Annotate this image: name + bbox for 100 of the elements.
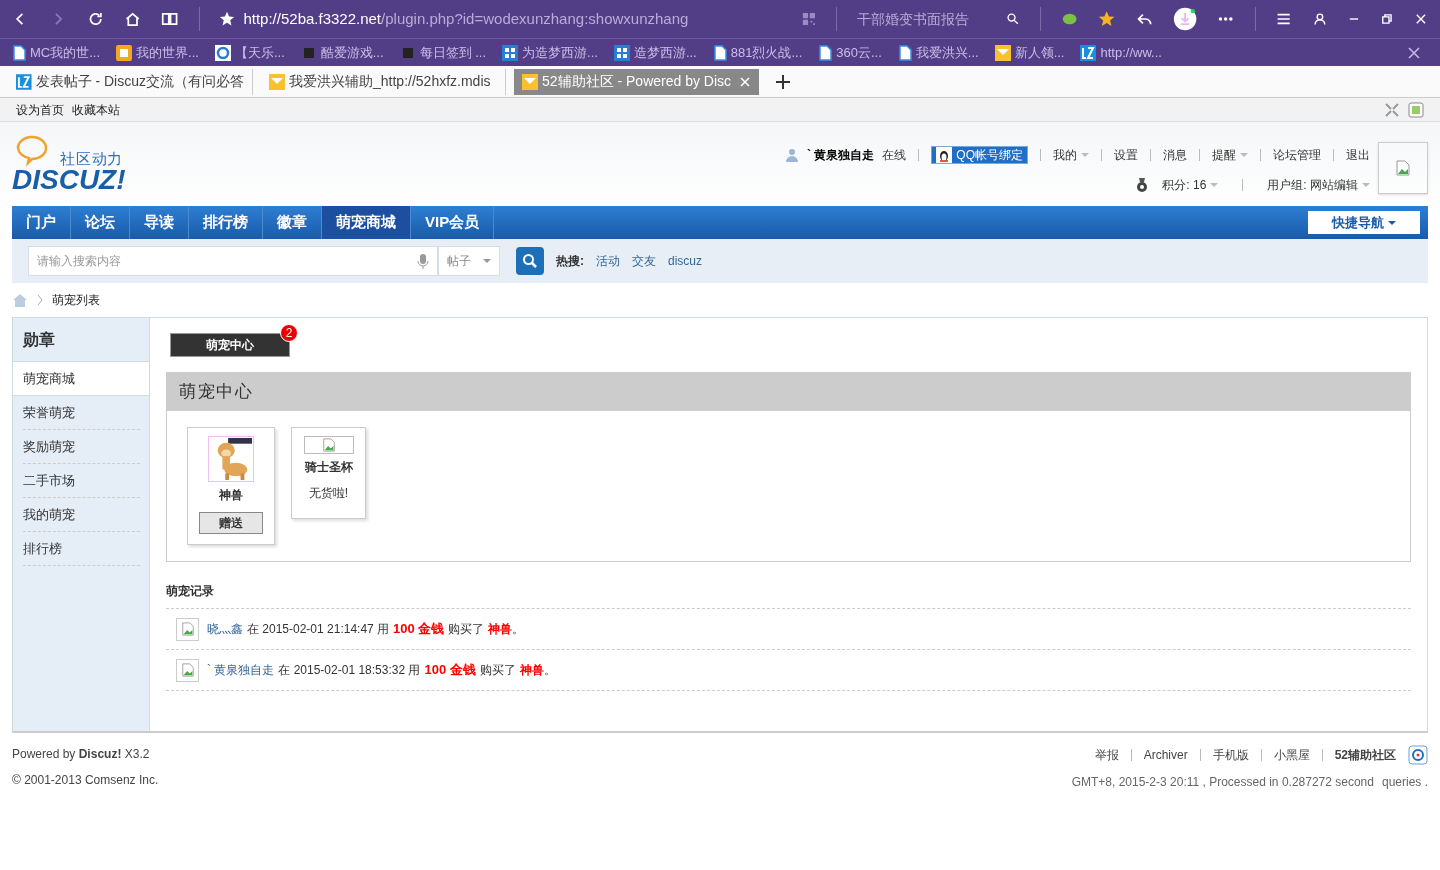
- bookmark[interactable]: 酷爱游戏...: [300, 42, 384, 63]
- page-icon: [818, 44, 833, 61]
- grid-icon: [502, 44, 519, 61]
- user-menu-link[interactable]: 论坛管理: [1273, 146, 1321, 164]
- item-text: 神兽: [488, 621, 513, 638]
- bookmark[interactable]: 每日签到 ...: [399, 42, 487, 63]
- folder-icon: [994, 44, 1011, 61]
- microphone-icon[interactable]: [417, 253, 429, 269]
- sidebar-item[interactable]: 二手市场: [23, 464, 140, 498]
- bookmark[interactable]: 我爱洪兴...: [897, 42, 979, 63]
- footer-link[interactable]: 52辅助社区: [1334, 746, 1396, 764]
- count-badge: 2: [280, 324, 298, 342]
- user-menu-link[interactable]: 设置: [1114, 146, 1138, 164]
- price-text: 100 金钱: [393, 620, 445, 639]
- bookmark[interactable]: 造梦西游...: [613, 42, 697, 63]
- footer-link[interactable]: Archiver: [1143, 746, 1188, 764]
- caret-icon[interactable]: [1388, 218, 1396, 227]
- bookmark[interactable]: 我的世界...: [116, 42, 199, 63]
- user-link[interactable]: ` 黄泉独自走: [207, 661, 275, 679]
- star-icon[interactable]: [219, 11, 236, 27]
- bookmark[interactable]: http://ww...: [1080, 42, 1162, 63]
- close-icon[interactable]: [1408, 46, 1420, 59]
- powered-by-text: Powered by Discuz! X3.2: [12, 746, 151, 763]
- username-link[interactable]: ` 黄泉独自走: [807, 146, 875, 164]
- new-tab-icon[interactable]: [775, 73, 791, 90]
- search-field[interactable]: 干部婚变书面报告: [856, 8, 987, 30]
- browser-tab[interactable]: 我爱洪兴辅助_http://52hxfz.mdis: [261, 68, 506, 95]
- collapse-icon[interactable]: [1384, 101, 1400, 118]
- item-text: 神兽: [519, 662, 544, 679]
- user-menu-link[interactable]: 提醒: [1212, 146, 1248, 164]
- item-name: 神兽: [219, 487, 243, 504]
- hot-search-label: 热搜:: [556, 253, 584, 270]
- record-text: 在 2015-02-01 21:14:47 用: [247, 621, 390, 638]
- hot-search-link[interactable]: 交友: [632, 252, 656, 270]
- item-name: 骑士圣杯: [304, 459, 353, 476]
- sidebar-item[interactable]: 我的萌宠: [23, 498, 140, 532]
- footer-link[interactable]: 举报: [1094, 746, 1119, 764]
- server-info-text: GMT+8, 2015-2-3 20:11 , Processed in 0.287272 second: [1071, 774, 1374, 791]
- user-menu-link[interactable]: 退出: [1346, 146, 1370, 164]
- toolbar-link[interactable]: 收藏本站: [72, 100, 120, 119]
- restore-icon[interactable]: [1380, 11, 1395, 27]
- user-icon[interactable]: [1312, 11, 1327, 27]
- punctuation-text: 。: [543, 662, 556, 679]
- search-type-dropdown[interactable]: 帖子: [438, 246, 500, 276]
- record-text: 购买了: [448, 621, 485, 638]
- breadcrumb-link[interactable]: 萌宠列表: [52, 291, 100, 309]
- bookmark[interactable]: 为造梦西游...: [502, 42, 598, 63]
- sidebar-item[interactable]: 荣誉萌宠: [23, 396, 140, 430]
- address-field[interactable]: http://52ba.f3322.net/plugin.php?id=wodexunzhang:showxunzhang: [243, 7, 689, 31]
- record-text: 购买了: [479, 662, 516, 679]
- record-text: 在 2015-02-01 18:53:32 用: [278, 662, 421, 679]
- hot-search-link[interactable]: discuz: [668, 252, 702, 270]
- hot-search-link[interactable]: 活动: [596, 252, 620, 270]
- bookmark[interactable]: MC我的世...: [12, 42, 101, 63]
- section-title: 萌宠记录: [166, 583, 215, 600]
- user-menu-link[interactable]: 消息: [1163, 146, 1187, 164]
- user-group-link[interactable]: 用户组: 网站编辑: [1267, 176, 1370, 194]
- sidebar-item[interactable]: 萌宠商城: [13, 362, 149, 396]
- bookmark[interactable]: 360云...: [818, 42, 882, 63]
- footer-link[interactable]: 小黑屋: [1273, 746, 1310, 764]
- sidebar-item[interactable]: 排行榜: [23, 532, 140, 566]
- gift-button[interactable]: 赠送: [199, 512, 263, 534]
- online-status: 在线: [882, 147, 907, 164]
- broken-image-icon: [321, 438, 336, 452]
- grid-icon: [613, 44, 630, 61]
- user-link[interactable]: 晓灬鑫: [207, 620, 243, 638]
- badge-icon[interactable]: [1408, 745, 1428, 765]
- bookmark[interactable]: 881烈火战...: [712, 42, 803, 63]
- logo-icon: [16, 73, 32, 90]
- folder-icon: [522, 73, 538, 90]
- toolbar-link[interactable]: 设为首页: [16, 100, 64, 119]
- quick-nav-button[interactable]: 快捷导航: [1308, 211, 1420, 234]
- sidebar-item[interactable]: 奖励萌宠: [23, 430, 140, 464]
- footer-link[interactable]: 手机版: [1212, 746, 1249, 764]
- punctuation-text: 。: [512, 621, 525, 638]
- user-menu-link[interactable]: 我的: [1053, 146, 1089, 164]
- ring-icon: [214, 44, 231, 61]
- qq-bind-button[interactable]: QQ帐号绑定: [931, 146, 1028, 164]
- panel-header: 萌宠中心: [167, 373, 1410, 411]
- browser-tab[interactable]: 发表帖子 - Discuz交流（有问必答: [8, 68, 253, 95]
- broken-image-icon: [1395, 160, 1411, 176]
- user-icon: [785, 148, 799, 162]
- bookmark[interactable]: 新人领...: [994, 42, 1065, 63]
- search-button[interactable]: [516, 247, 544, 275]
- points-link[interactable]: 积分: 16: [1162, 176, 1219, 194]
- bookmark[interactable]: 【天乐...: [214, 42, 285, 63]
- price-text: 100 金钱: [424, 661, 476, 680]
- color-icon[interactable]: [1408, 101, 1424, 118]
- search-icon[interactable]: [522, 253, 538, 269]
- caret-icon[interactable]: [483, 257, 491, 265]
- page-icon: [897, 44, 912, 61]
- browser-tab[interactable]: 52辅助社区 - Powered by Disc: [514, 68, 759, 95]
- logo-icon: [1080, 44, 1097, 61]
- stock-status: 无货啦!: [308, 485, 349, 502]
- search-icon[interactable]: [1006, 11, 1021, 27]
- qr-code-icon[interactable]: [801, 11, 816, 27]
- logo-tagline: 社区动力: [60, 148, 123, 169]
- broken-image-icon: [180, 663, 195, 677]
- nav-tab[interactable]: 萌宠商城: [322, 206, 411, 239]
- download-icon[interactable]: [1172, 5, 1198, 33]
